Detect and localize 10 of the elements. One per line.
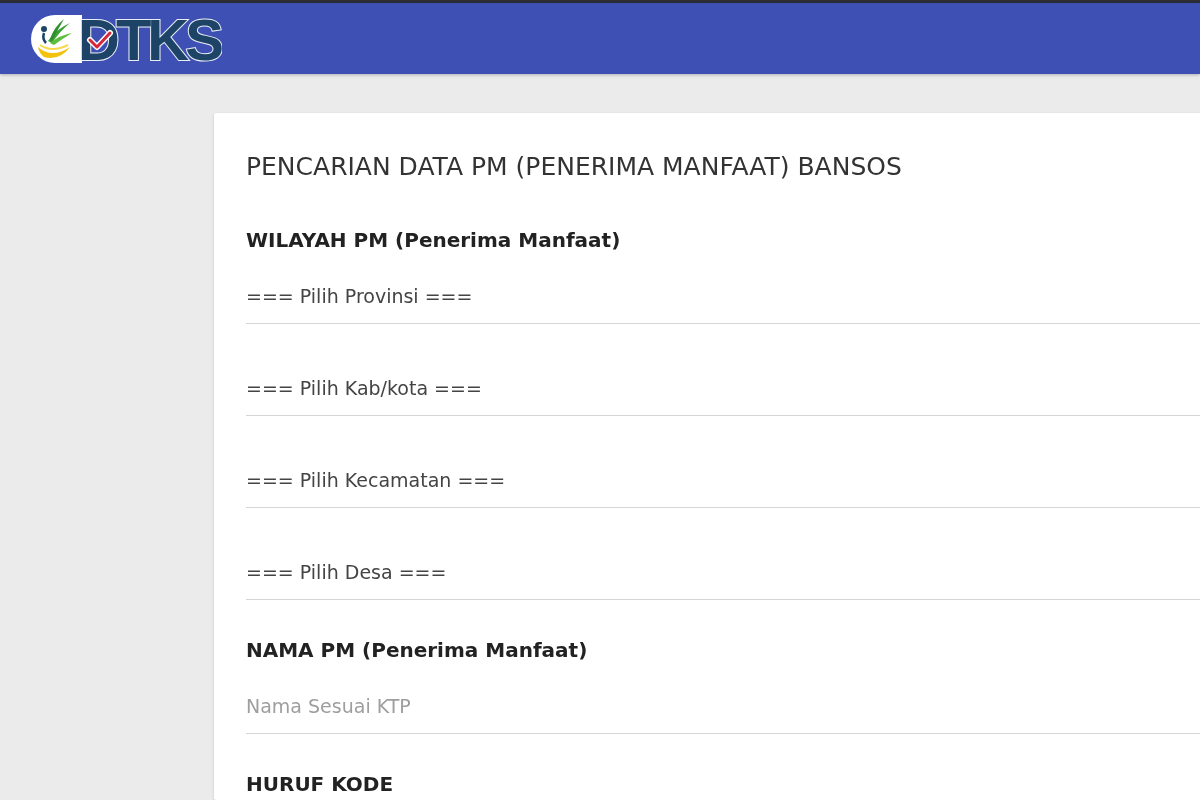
name-input[interactable]: Nama Sesuai KTP bbox=[246, 688, 1200, 734]
form-title: PENCARIAN DATA PM (PENERIMA MANFAAT) BANSOS bbox=[246, 151, 903, 183]
section-heading: WILAYAH PM (Penerima Manfaat) bbox=[246, 228, 622, 252]
section-heading: NAMA PM (Penerima Manfaat) bbox=[246, 638, 589, 662]
select-field[interactable]: === Pilih Kecamatan === bbox=[246, 462, 1200, 508]
select-field[interactable]: === Pilih Kab/kota === bbox=[246, 370, 1200, 416]
select-field[interactable]: === Pilih Desa === bbox=[246, 554, 1200, 600]
select-field[interactable]: === Pilih Provinsi === bbox=[246, 278, 1200, 324]
app-logo: DTKS bbox=[30, 13, 222, 64]
section-heading: HURUF KODE bbox=[246, 772, 395, 796]
